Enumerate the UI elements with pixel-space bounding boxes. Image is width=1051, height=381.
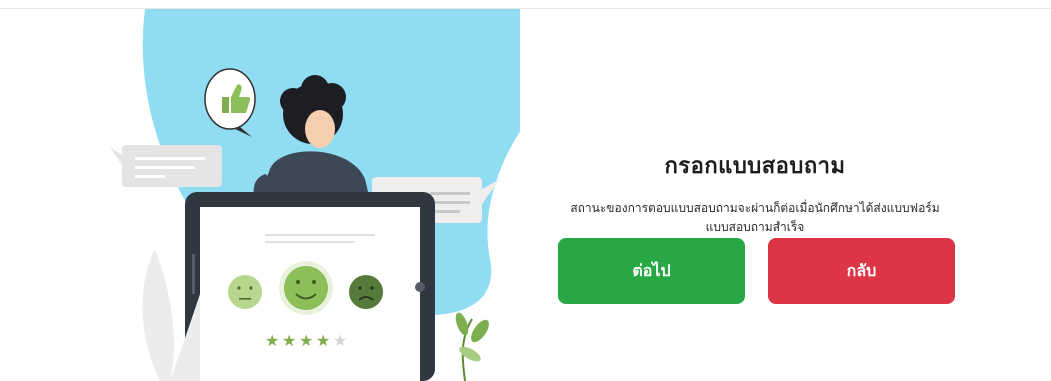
survey-panel: กรอกแบบสอบถาม สถานะของการตอบแบบสอบถามจะผ…: [555, 148, 955, 237]
svg-text:★: ★: [299, 331, 313, 350]
svg-text:★: ★: [265, 331, 279, 350]
face-happy-icon: [279, 261, 333, 315]
svg-text:★: ★: [333, 331, 347, 350]
page-title: กรอกแบบสอบถาม: [664, 154, 846, 179]
svg-text:★: ★: [282, 331, 296, 350]
rating-stars: ★ ★ ★ ★ ★: [265, 331, 347, 350]
survey-description: สถานะของการตอบแบบสอบถามจะผ่านก็ต่อเมื่อน…: [555, 199, 955, 237]
svg-text:★: ★: [316, 331, 330, 350]
description-line-1: สถานะของการตอบแบบสอบถามจะผ่านก็ต่อเมื่อน…: [570, 201, 940, 215]
back-button[interactable]: กลับ: [768, 238, 955, 304]
face-sad-icon: [349, 275, 383, 309]
survey-feedback-illustration: ★ ★ ★ ★ ★: [110, 9, 520, 381]
action-buttons: ต่อไป กลับ: [558, 238, 956, 304]
face-neutral-icon: [228, 275, 262, 309]
chat-bubble-left: [110, 145, 222, 187]
description-line-2: แบบสอบถามสำเร็จ: [705, 220, 805, 234]
leaf-plant-right: [455, 312, 489, 381]
next-button[interactable]: ต่อไป: [558, 238, 745, 304]
